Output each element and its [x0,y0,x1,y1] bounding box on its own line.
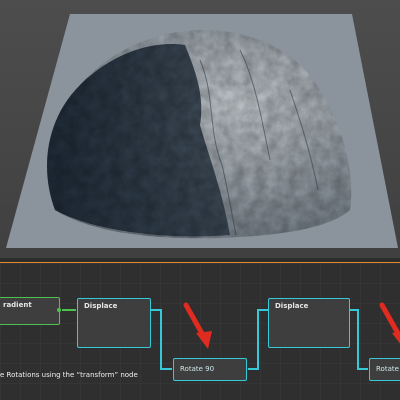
terrain-render [6,14,398,248]
node-gradient-label: radient [3,301,32,309]
node-rotate-2-label: Rotate - [376,365,400,373]
node-rotate-1-label: Rotate 90 [180,365,215,373]
node-graph-panel[interactable]: radient Displace Rotate 90 Displace Rota… [0,263,400,400]
node-rotate-2[interactable]: Rotate - [369,358,400,381]
node-displace-2[interactable]: Displace [268,298,350,348]
node-rotate-1[interactable]: Rotate 90 [173,358,247,381]
gradient-output-port[interactable] [57,308,61,312]
annotation-arrow-1 [183,302,212,349]
node-displace-1[interactable]: Displace [77,298,151,348]
tutorial-caption: e Rotations using the “transform” node [0,371,138,379]
node-displace-1-label: Displace [84,302,118,310]
3d-viewport[interactable] [0,0,400,258]
node-gradient[interactable]: radient [0,297,60,325]
node-displace-2-label: Displace [275,302,309,310]
annotation-arrow-2 [379,302,400,344]
